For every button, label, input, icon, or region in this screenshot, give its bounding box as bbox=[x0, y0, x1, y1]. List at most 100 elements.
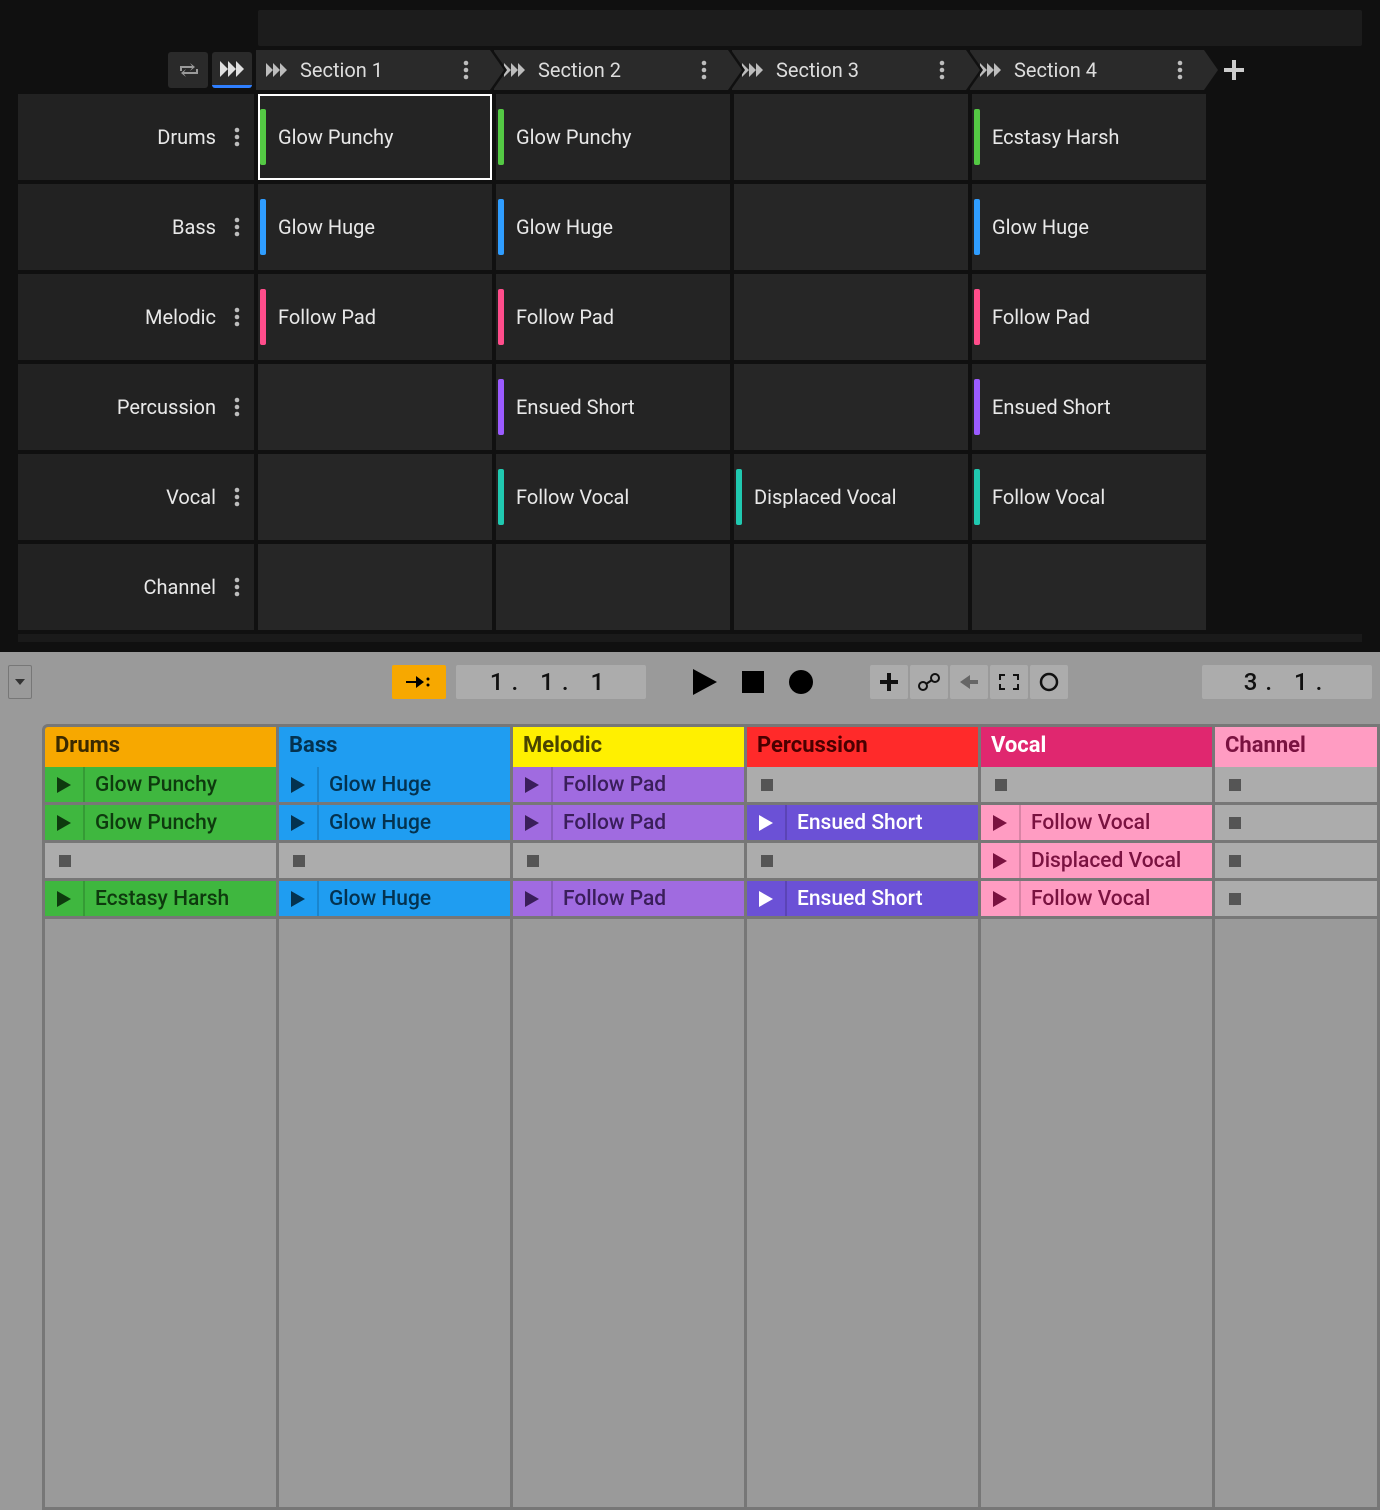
position-display-2[interactable]: 3. 1. bbox=[1202, 665, 1372, 699]
clip-play-button[interactable] bbox=[279, 767, 319, 802]
clip-play-button[interactable] bbox=[45, 805, 85, 840]
session-clip-stop[interactable] bbox=[1215, 767, 1380, 805]
clip-play-button[interactable] bbox=[279, 881, 319, 916]
position-display-1[interactable]: 1. 1. 1 bbox=[456, 665, 646, 699]
track-menu-button[interactable] bbox=[234, 217, 240, 237]
track-header-channel[interactable]: Channel bbox=[18, 544, 254, 630]
clip-play-button[interactable] bbox=[747, 805, 787, 840]
session-clip[interactable]: Glow Punchy bbox=[45, 805, 276, 843]
clip-play-button[interactable] bbox=[279, 805, 319, 840]
clip-slot-empty[interactable] bbox=[258, 454, 492, 540]
empty-area[interactable] bbox=[1215, 919, 1380, 1419]
clip-stop-button[interactable] bbox=[1215, 881, 1255, 916]
play-section-icon[interactable] bbox=[980, 59, 1002, 81]
clip-slot[interactable]: Ecstasy Harsh bbox=[972, 94, 1206, 180]
track-menu-button[interactable] bbox=[234, 307, 240, 327]
session-track-header-percussion[interactable]: Percussion bbox=[747, 727, 981, 767]
track-menu-button[interactable] bbox=[234, 127, 240, 147]
empty-area[interactable] bbox=[279, 919, 510, 1419]
track-menu-button[interactable] bbox=[234, 487, 240, 507]
session-clip-stop[interactable] bbox=[45, 843, 276, 881]
session-clip-stop[interactable] bbox=[981, 767, 1212, 805]
follow-button[interactable] bbox=[392, 665, 446, 699]
session-clip[interactable]: Follow Vocal bbox=[981, 805, 1212, 843]
clip-play-button[interactable] bbox=[981, 843, 1021, 878]
clip-slot[interactable]: Follow Vocal bbox=[496, 454, 730, 540]
section-header-1[interactable]: Section 1 bbox=[256, 50, 490, 90]
session-clip-stop[interactable] bbox=[1215, 843, 1380, 881]
session-clip[interactable]: Glow Punchy bbox=[45, 767, 276, 805]
track-header-melodic[interactable]: Melodic bbox=[18, 274, 254, 360]
section-menu-button[interactable] bbox=[928, 60, 956, 80]
section-menu-button[interactable] bbox=[1166, 60, 1194, 80]
session-clip-stop[interactable] bbox=[747, 843, 978, 881]
clip-slot-empty[interactable] bbox=[258, 544, 492, 630]
automation-button[interactable] bbox=[910, 665, 948, 699]
play-section-icon[interactable] bbox=[266, 59, 288, 81]
session-track-header-vocal[interactable]: Vocal bbox=[981, 727, 1215, 767]
clip-play-button[interactable] bbox=[45, 767, 85, 802]
section-menu-button[interactable] bbox=[690, 60, 718, 80]
section-header-2[interactable]: Section 2 bbox=[494, 50, 728, 90]
session-clip[interactable]: Glow Huge bbox=[279, 767, 510, 805]
empty-area[interactable] bbox=[45, 919, 276, 1419]
track-header-drums[interactable]: Drums bbox=[18, 94, 254, 180]
clip-slot-empty[interactable] bbox=[972, 544, 1206, 630]
clip-play-button[interactable] bbox=[747, 881, 787, 916]
view-dropdown[interactable] bbox=[8, 665, 32, 699]
clip-slot-empty[interactable] bbox=[734, 364, 968, 450]
clip-slot[interactable]: Follow Pad bbox=[496, 274, 730, 360]
clip-stop-button[interactable] bbox=[747, 767, 787, 802]
clip-stop-button[interactable] bbox=[513, 843, 553, 878]
session-clip[interactable]: Follow Vocal bbox=[981, 881, 1212, 919]
reenable-button[interactable] bbox=[950, 665, 988, 699]
clip-stop-button[interactable] bbox=[279, 843, 319, 878]
clip-slot[interactable]: Follow Pad bbox=[972, 274, 1206, 360]
session-clip[interactable]: Ecstasy Harsh bbox=[45, 881, 276, 919]
record-button[interactable] bbox=[782, 665, 820, 699]
clip-slot-empty[interactable] bbox=[734, 184, 968, 270]
session-track-header-drums[interactable]: Drums bbox=[45, 727, 279, 767]
clip-slot-empty[interactable] bbox=[258, 364, 492, 450]
section-menu-button[interactable] bbox=[452, 60, 480, 80]
session-clip[interactable]: Follow Pad bbox=[513, 805, 744, 843]
clip-slot[interactable]: Follow Pad bbox=[258, 274, 492, 360]
capture-button[interactable] bbox=[990, 665, 1028, 699]
session-track-header-bass[interactable]: Bass bbox=[279, 727, 513, 767]
session-clip-stop[interactable] bbox=[747, 767, 978, 805]
clip-stop-button[interactable] bbox=[747, 843, 787, 878]
session-clip[interactable]: Displaced Vocal bbox=[981, 843, 1212, 881]
clip-slot[interactable]: Glow Huge bbox=[972, 184, 1206, 270]
clip-play-button[interactable] bbox=[45, 881, 85, 916]
session-rec-button[interactable] bbox=[1030, 665, 1068, 699]
session-clip-stop[interactable] bbox=[1215, 881, 1380, 919]
clip-play-button[interactable] bbox=[513, 767, 553, 802]
session-clip-stop[interactable] bbox=[1215, 805, 1380, 843]
clip-slot[interactable]: Follow Vocal bbox=[972, 454, 1206, 540]
play-section-icon[interactable] bbox=[742, 59, 764, 81]
clip-slot[interactable]: Ensued Short bbox=[972, 364, 1206, 450]
session-track-header-channel[interactable]: Channel bbox=[1215, 727, 1380, 767]
clip-stop-button[interactable] bbox=[1215, 805, 1255, 840]
overdub-button[interactable] bbox=[870, 665, 908, 699]
clip-slot[interactable]: Glow Punchy bbox=[258, 94, 492, 180]
clip-stop-button[interactable] bbox=[981, 767, 1021, 802]
clip-slot[interactable]: Glow Huge bbox=[496, 184, 730, 270]
track-header-vocal[interactable]: Vocal bbox=[18, 454, 254, 540]
clip-slot-empty[interactable] bbox=[734, 274, 968, 360]
clip-slot[interactable]: Glow Huge bbox=[258, 184, 492, 270]
stop-button[interactable] bbox=[734, 665, 772, 699]
clip-slot[interactable]: Ensued Short bbox=[496, 364, 730, 450]
section-header-3[interactable]: Section 3 bbox=[732, 50, 966, 90]
session-clip[interactable]: Ensued Short bbox=[747, 805, 978, 843]
clip-stop-button[interactable] bbox=[1215, 767, 1255, 802]
play-section-icon[interactable] bbox=[504, 59, 526, 81]
clip-slot-empty[interactable] bbox=[734, 544, 968, 630]
play-all-button[interactable] bbox=[212, 52, 252, 88]
track-menu-button[interactable] bbox=[234, 397, 240, 417]
clip-slot-empty[interactable] bbox=[734, 94, 968, 180]
session-clip[interactable]: Follow Pad bbox=[513, 767, 744, 805]
session-clip[interactable]: Glow Huge bbox=[279, 881, 510, 919]
empty-area[interactable] bbox=[513, 919, 744, 1419]
clip-slot[interactable]: Glow Punchy bbox=[496, 94, 730, 180]
